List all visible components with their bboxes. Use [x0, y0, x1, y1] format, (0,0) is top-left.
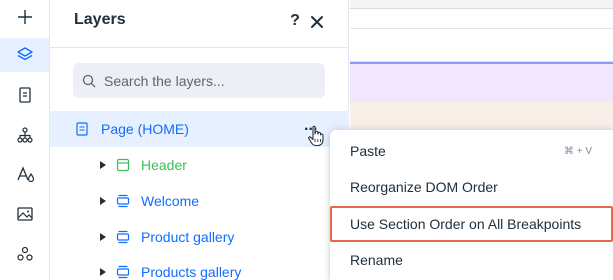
section-icon — [116, 194, 130, 208]
expand-caret-icon[interactable] — [100, 233, 106, 241]
expand-caret-icon[interactable] — [100, 268, 106, 276]
menu-item-label: Reorganize DOM Order — [350, 179, 498, 195]
layer-label: Page (HOME) — [101, 121, 189, 137]
page-icon — [76, 122, 88, 136]
menu-item-label: Rename — [350, 252, 403, 268]
canvas-header-section — [350, 28, 613, 62]
layer-label: Header — [141, 157, 187, 173]
search-icon — [82, 74, 96, 88]
add-button[interactable] — [6, 0, 44, 34]
search-input[interactable] — [104, 71, 314, 91]
hand-cursor-icon — [308, 125, 324, 147]
media-button[interactable] — [6, 197, 44, 231]
canvas-purple-section — [350, 64, 613, 102]
sitemap-icon — [17, 127, 33, 143]
pages-button[interactable] — [6, 78, 44, 112]
layer-label: Product gallery — [141, 229, 235, 245]
media-icon — [17, 207, 33, 221]
canvas-divider — [350, 8, 613, 9]
section-icon — [116, 230, 130, 244]
canvas-top-strip — [350, 0, 613, 8]
add-icon — [18, 10, 32, 24]
left-rail — [0, 0, 50, 280]
shortcut-label: ⌘ + V — [563, 146, 592, 157]
layer-label: Products gallery — [141, 264, 242, 280]
context-menu: Paste ⌘ + V Reorganize DOM Order Use Sec… — [330, 130, 613, 280]
sitemap-button[interactable] — [6, 118, 44, 152]
section-icon — [116, 265, 130, 279]
close-icon[interactable] — [309, 14, 325, 30]
canvas-beige-section — [350, 102, 613, 132]
layers-icon — [16, 47, 33, 61]
help-button[interactable]: ? — [288, 12, 302, 30]
menu-item-paste[interactable]: Paste ⌘ + V — [330, 134, 613, 170]
layer-row-products-gallery[interactable]: Products gallery — [50, 255, 349, 280]
pages-icon — [19, 87, 31, 103]
apps-button[interactable] — [6, 237, 44, 271]
panel-header: Layers ? — [50, 0, 349, 48]
search-box[interactable] — [73, 63, 325, 98]
layers-panel: Layers ? Page (HOME) ... Header — [50, 0, 349, 280]
menu-item-label: Use Section Order on All Breakpoints — [350, 216, 582, 232]
layer-row-product-gallery[interactable]: Product gallery — [50, 219, 349, 255]
layer-row-welcome[interactable]: Welcome — [50, 183, 349, 219]
header-icon — [116, 158, 130, 172]
apps-icon — [17, 246, 33, 261]
menu-item-rename[interactable]: Rename — [330, 243, 613, 279]
menu-item-use-section-order[interactable]: Use Section Order on All Breakpoints — [330, 207, 613, 243]
layer-row-header[interactable]: Header — [50, 147, 349, 183]
expand-caret-icon[interactable] — [100, 197, 106, 205]
layers-button[interactable] — [0, 38, 49, 72]
theme-button[interactable] — [6, 157, 44, 191]
menu-item-reorganize-dom-order[interactable]: Reorganize DOM Order — [330, 170, 613, 206]
menu-item-label: Paste — [350, 143, 386, 159]
panel-title: Layers — [74, 11, 126, 28]
layer-label: Welcome — [141, 193, 200, 209]
theme-icon — [17, 166, 35, 183]
layer-row-page[interactable]: Page (HOME) ... — [50, 111, 349, 147]
expand-caret-icon[interactable] — [100, 161, 106, 169]
